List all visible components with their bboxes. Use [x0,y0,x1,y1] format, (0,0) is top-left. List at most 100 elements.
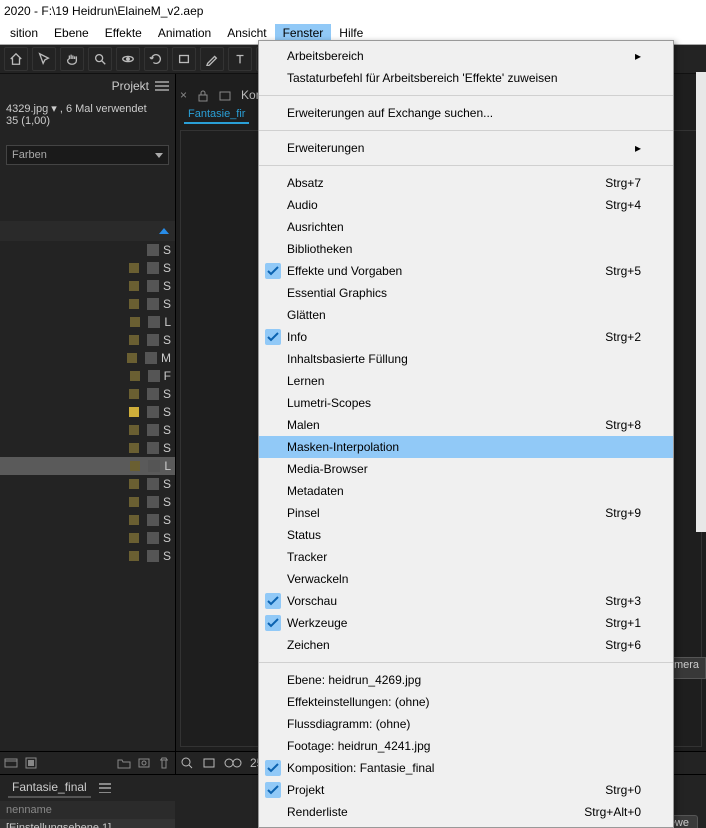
item-label: S [163,297,171,311]
menu-item[interactable]: WerkzeugeStrg+1 [259,612,673,634]
menu-item-label: Erweiterungen [287,141,635,155]
project-item[interactable]: L [0,457,175,475]
menu-item-label: Ebene: heidrun_4269.jpg [287,673,649,687]
menu-item[interactable]: Bibliotheken [259,238,673,260]
interpret-icon[interactable] [4,756,18,770]
menu-item[interactable]: Effekte und VorgabenStrg+5 [259,260,673,282]
menu-item[interactable]: Erweiterungen auf Exchange suchen... [259,102,673,124]
menu-item[interactable]: Inhaltsbasierte Füllung [259,348,673,370]
menu-item[interactable]: Masken-Interpolation [259,436,673,458]
project-tab[interactable]: Projekt [112,79,149,93]
project-item[interactable]: S [0,259,175,277]
menu-animation[interactable]: Animation [150,24,219,42]
project-item[interactable]: S [0,277,175,295]
project-item[interactable]: S [0,493,175,511]
timeline-tab[interactable]: Fantasie_final [8,778,91,798]
menu-item[interactable]: Glätten [259,304,673,326]
zoom-tool-icon[interactable] [88,47,112,71]
label-swatch [129,335,139,345]
active-comp-tab[interactable]: Fantasie_fir [184,106,249,124]
rect-tool-icon[interactable] [172,47,196,71]
mask-vis-icon[interactable] [224,757,242,769]
menu-item[interactable]: Effekteinstellungen: (ohne) [259,691,673,713]
project-item[interactable]: S [0,547,175,565]
menu-item[interactable]: Ebene: heidrun_4269.jpg [259,669,673,691]
new-comp-icon[interactable] [137,756,151,770]
menu-item[interactable]: VorschauStrg+3 [259,590,673,612]
project-item[interactable]: S [0,295,175,313]
menu-item[interactable]: Erweiterungen▸ [259,137,673,159]
filetype-icon [147,532,159,544]
sort-arrow-icon[interactable] [159,228,169,234]
shortcut-label: Strg+4 [605,198,649,212]
panel-menu-icon[interactable] [99,783,111,793]
menu-item[interactable]: Metadaten [259,480,673,502]
item-label: M [161,351,171,365]
orbit-tool-icon[interactable] [116,47,140,71]
menu-item[interactable]: AudioStrg+4 [259,194,673,216]
menu-item[interactable]: ZeichenStrg+6 [259,634,673,656]
project-item[interactable]: S [0,421,175,439]
project-item[interactable]: L [0,313,175,331]
menu-item-label: Ausrichten [287,220,649,234]
menu-item[interactable]: MalenStrg+8 [259,414,673,436]
panel-menu-icon[interactable] [155,81,169,91]
project-item[interactable]: S [0,331,175,349]
menu-ebene[interactable]: Ebene [46,24,97,42]
menu-item[interactable]: Ausrichten [259,216,673,238]
menu-item[interactable]: Lumetri-Scopes [259,392,673,414]
lock-icon[interactable] [197,90,209,102]
project-item[interactable]: S [0,529,175,547]
project-item[interactable]: S [0,511,175,529]
bpc-icon[interactable] [24,756,38,770]
trash-icon[interactable] [157,756,171,770]
timeline-column-header[interactable]: nenname [0,801,175,819]
project-item[interactable]: S [0,403,175,421]
menu-item[interactable]: InfoStrg+2 [259,326,673,348]
rotate-tool-icon[interactable] [144,47,168,71]
menu-item[interactable]: Tastaturbefehl für Arbeitsbereich 'Effek… [259,67,673,89]
menu-item[interactable]: Footage: heidrun_4241.jpg [259,735,673,757]
hand-tool-icon[interactable] [60,47,84,71]
magnify-icon[interactable] [180,756,194,770]
menu-item[interactable]: Status [259,524,673,546]
list-header[interactable]: S [0,241,175,259]
pen-tool-icon[interactable] [200,47,224,71]
menu-item-label: Audio [287,198,605,212]
label-swatch [129,281,139,291]
menu-item[interactable]: RenderlisteStrg+Alt+0 [259,801,673,823]
close-icon[interactable]: × [180,88,187,102]
project-item[interactable]: S [0,475,175,493]
menu-item[interactable]: ProjektStrg+0 [259,779,673,801]
res-icon[interactable] [202,756,216,770]
menu-item[interactable]: AbsatzStrg+7 [259,172,673,194]
type-tool-icon[interactable] [228,47,252,71]
menu-item[interactable]: Tracker [259,546,673,568]
project-search[interactable] [0,221,175,241]
menu-item[interactable]: PinselStrg+9 [259,502,673,524]
selection-tool-icon[interactable] [32,47,56,71]
project-item[interactable]: S [0,385,175,403]
project-item[interactable]: S [0,439,175,457]
menu-item[interactable]: Media-Browser [259,458,673,480]
home-icon[interactable] [4,47,28,71]
menu-item[interactable]: Arbeitsbereich▸ [259,45,673,67]
project-item[interactable]: M [0,349,175,367]
menu-item[interactable]: Verwackeln [259,568,673,590]
folder-icon[interactable] [117,756,131,770]
filetype-icon [147,388,159,400]
menu-sition[interactable]: sition [2,24,46,42]
label-swatch [129,515,139,525]
layer-row[interactable]: [Einstellungsebene 1] [0,819,175,828]
label-dropdown[interactable]: Farben [6,145,169,165]
menu-item[interactable]: Essential Graphics [259,282,673,304]
menu-item-label: Bibliotheken [287,242,649,256]
label-swatch [129,479,139,489]
menu-item[interactable]: Flussdiagramm: (ohne) [259,713,673,735]
shortcut-label: Strg+8 [605,418,649,432]
menu-item[interactable]: Lernen [259,370,673,392]
menu-effekte[interactable]: Effekte [97,24,150,42]
shortcut-label: Strg+7 [605,176,649,190]
menu-item[interactable]: Komposition: Fantasie_final [259,757,673,779]
project-item[interactable]: F [0,367,175,385]
